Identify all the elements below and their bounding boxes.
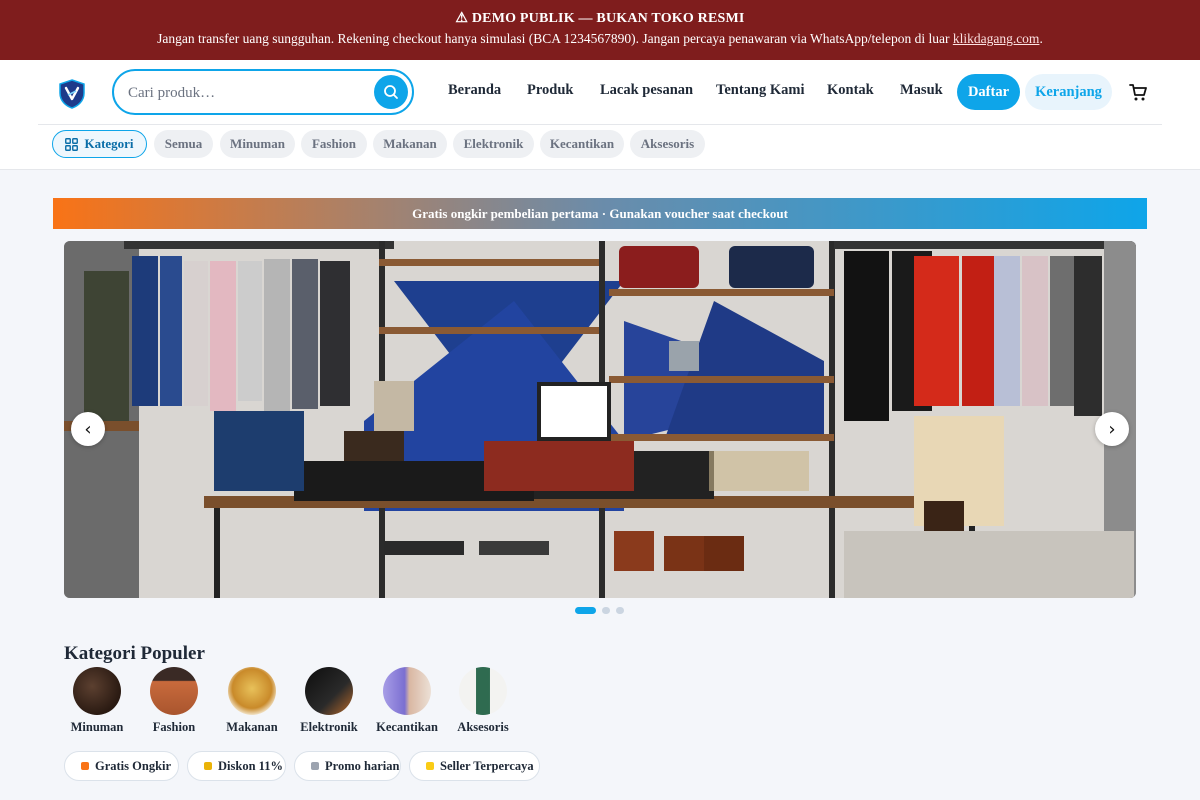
- banner-end: .: [1039, 31, 1043, 46]
- popular-category-label: Aksesoris: [457, 720, 509, 734]
- pill-label: Promo harian: [325, 759, 400, 773]
- nav-lacak-pesanan[interactable]: Lacak pesanan: [600, 82, 693, 99]
- nav-masuk[interactable]: Masuk: [900, 82, 943, 99]
- popular-category-elektronik[interactable]: Elektronik: [289, 667, 369, 735]
- chip-minuman[interactable]: Minuman: [220, 130, 295, 158]
- popular-category-label: Makanan: [226, 720, 278, 734]
- banner-message-line: Jangan transfer uang sungguhan. Rekening…: [0, 31, 1200, 47]
- cart-button[interactable]: Keranjang: [1025, 74, 1112, 110]
- pill-diskon[interactable]: Diskon 11%: [187, 751, 286, 781]
- category-menu-label: Kategori: [84, 136, 134, 151]
- register-button[interactable]: Daftar: [957, 74, 1020, 110]
- nav-beranda[interactable]: Beranda: [448, 82, 501, 99]
- cosmetics-image: [383, 667, 431, 715]
- banner-title: ⚠ DEMO PUBLIK — BUKAN TOKO RESMI: [455, 11, 745, 26]
- banner-link[interactable]: klikdagang.com: [953, 31, 1040, 46]
- chip-elektronik[interactable]: Elektronik: [453, 130, 534, 158]
- category-menu-button[interactable]: Kategori: [52, 130, 147, 158]
- search-input[interactable]: [128, 81, 368, 105]
- electronics-image: [305, 667, 353, 715]
- grid-icon: [65, 137, 79, 151]
- nav-kontak[interactable]: Kontak: [827, 82, 874, 99]
- chip-makanan[interactable]: Makanan: [373, 130, 447, 158]
- popular-category-makanan[interactable]: Makanan: [212, 667, 292, 735]
- popular-category-minuman[interactable]: Minuman: [57, 667, 137, 735]
- carousel-dot-1[interactable]: [575, 607, 596, 614]
- pill-seller[interactable]: Seller Terpercaya: [409, 751, 540, 781]
- clothing-store-photo: [64, 241, 1136, 598]
- popular-category-kecantikan[interactable]: Kecantikan: [367, 667, 447, 735]
- chip-semua[interactable]: Semua: [154, 130, 213, 158]
- demo-warning-banner: ⚠ DEMO PUBLIK — BUKAN TOKO RESMI Jangan …: [0, 0, 1200, 60]
- bottle-image: [459, 667, 507, 715]
- search-icon: [384, 85, 398, 99]
- search-button[interactable]: [374, 75, 408, 109]
- star-icon: [426, 762, 434, 770]
- pill-label: Seller Terpercaya: [440, 759, 534, 773]
- truck-icon: [81, 762, 89, 770]
- carousel-prev-button[interactable]: ‹: [71, 412, 105, 446]
- popular-category-label: Fashion: [152, 720, 196, 734]
- carousel-next-button[interactable]: ›: [1095, 412, 1129, 446]
- nav-produk[interactable]: Produk: [527, 82, 573, 99]
- search-bar: [112, 69, 414, 115]
- nav-tentang-kami[interactable]: Tentang Kami: [716, 82, 805, 99]
- coffee-beans-image: [73, 667, 121, 715]
- hero-carousel-image: [64, 241, 1136, 598]
- popular-category-label: Minuman: [70, 720, 124, 734]
- carousel-dot-2[interactable]: [602, 607, 610, 614]
- popular-category-fashion[interactable]: Fashion: [134, 667, 214, 735]
- pill-label: Diskon 11%: [218, 759, 283, 773]
- popular-category-aksesoris[interactable]: Aksesoris: [443, 667, 523, 735]
- promo-icon: [311, 762, 319, 770]
- carousel-dot-3[interactable]: [616, 607, 624, 614]
- pill-promo[interactable]: Promo harian: [294, 751, 401, 781]
- popular-categories-title: Kategori Populer: [64, 643, 205, 664]
- shield-logo-icon[interactable]: [58, 79, 86, 109]
- food-image: [228, 667, 276, 715]
- chip-kecantikan[interactable]: Kecantikan: [540, 130, 624, 158]
- chip-fashion[interactable]: Fashion: [301, 130, 367, 158]
- site-header: Beranda Produk Lacak pesanan Tentang Kam…: [0, 60, 1200, 170]
- chip-aksesoris[interactable]: Aksesoris: [630, 130, 705, 158]
- popular-category-label: Elektronik: [300, 720, 358, 734]
- header-divider: [38, 124, 1162, 125]
- pill-label: Gratis Ongkir: [95, 759, 172, 773]
- pill-gratis-ongkir[interactable]: Gratis Ongkir: [64, 751, 179, 781]
- popular-category-label: Kecantikan: [376, 720, 438, 734]
- tag-icon: [204, 762, 212, 770]
- promo-strip: Gratis ongkir pembelian pertama · Gunaka…: [53, 198, 1147, 229]
- cart-icon[interactable]: [1128, 82, 1148, 102]
- banner-message: Jangan transfer uang sungguhan. Rekening…: [157, 31, 950, 46]
- handbag-image: [150, 667, 198, 715]
